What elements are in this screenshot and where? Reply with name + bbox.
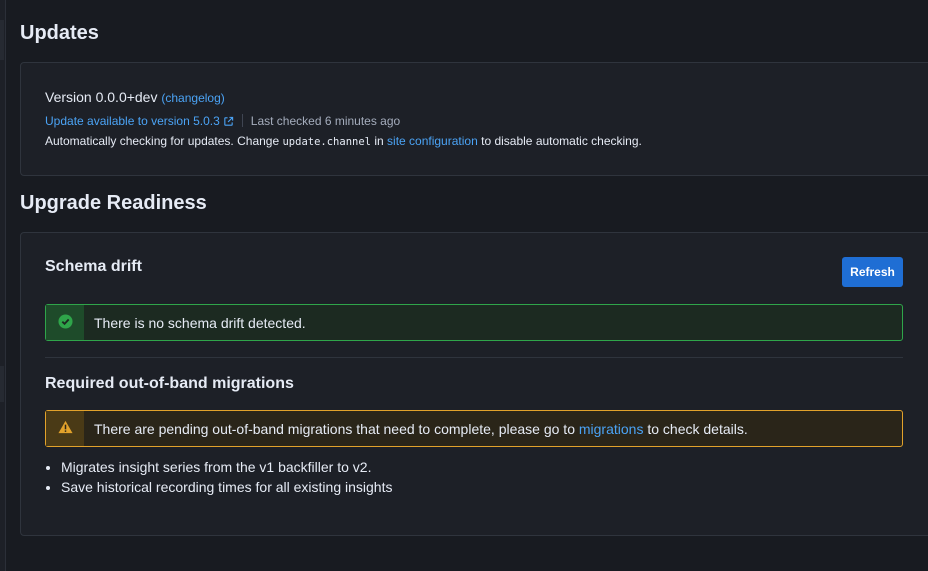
separator bbox=[241, 114, 243, 127]
auto-check-prefix: Automatically checking for updates. Chan… bbox=[45, 134, 280, 148]
changelog-wrapper: (changelog) bbox=[161, 91, 224, 105]
success-icon-box bbox=[46, 305, 84, 340]
schema-drift-title: Schema drift bbox=[45, 258, 142, 275]
warning-triangle-icon bbox=[57, 420, 73, 437]
updates-page: Updates Version 0.0.0+dev (changelog) Up… bbox=[20, 0, 928, 571]
schema-drift-success-alert: There is no schema drift detected. bbox=[45, 304, 903, 341]
upgrade-readiness-title: Upgrade Readiness bbox=[20, 192, 207, 214]
refresh-button[interactable]: Refresh bbox=[842, 257, 903, 287]
update-channel-code: update.channel bbox=[282, 136, 371, 148]
left-sidebar-edge bbox=[0, 0, 6, 571]
auto-check-line: Automatically checking for updates. Chan… bbox=[45, 134, 642, 148]
updates-card: Version 0.0.0+dev (changelog) Update ava… bbox=[20, 62, 928, 176]
external-link-icon bbox=[223, 116, 234, 130]
update-available-label: Update available to version 5.0.3 bbox=[45, 114, 220, 128]
warning-icon-box bbox=[46, 411, 84, 446]
auto-check-suffix: to disable automatic checking. bbox=[481, 134, 642, 148]
oob-warning-alert: There are pending out-of-band migrations… bbox=[45, 410, 903, 447]
last-checked: Last checked 6 minutes ago bbox=[250, 114, 401, 128]
migrations-link[interactable]: migrations bbox=[579, 421, 644, 437]
schema-drift-status: There is no schema drift detected. bbox=[94, 314, 306, 331]
list-item: Save historical recording times for all … bbox=[61, 477, 392, 497]
oob-warning-text: There are pending out-of-band migrations… bbox=[84, 421, 748, 437]
update-available-link[interactable]: Update available to version 5.0.3 bbox=[45, 114, 234, 128]
auto-check-in: in bbox=[374, 134, 384, 148]
version-line: Version 0.0.0+dev (changelog) bbox=[45, 89, 225, 105]
upgrade-readiness-card: Schema drift Refresh There is no schema … bbox=[20, 232, 928, 536]
list-item: Migrates insight series from the v1 back… bbox=[61, 457, 392, 477]
section-divider bbox=[45, 357, 903, 358]
sidebar-edge-segment bbox=[0, 366, 4, 402]
sidebar-edge-segment bbox=[0, 20, 4, 60]
oob-warning-prefix: There are pending out-of-band migrations… bbox=[94, 420, 575, 437]
oob-migrations-title: Required out-of-band migrations bbox=[45, 375, 294, 392]
oob-warning-suffix: to check details. bbox=[647, 420, 748, 437]
updates-title: Updates bbox=[20, 22, 99, 44]
migration-list: Migrates insight series from the v1 back… bbox=[45, 457, 392, 497]
paren-close: ) bbox=[220, 91, 225, 105]
update-status-line: Update available to version 5.0.3 Last ch… bbox=[45, 114, 400, 130]
check-circle-icon bbox=[57, 313, 73, 332]
changelog-link[interactable]: changelog bbox=[165, 91, 220, 105]
version-label: Version 0.0.0+dev bbox=[45, 89, 158, 105]
site-configuration-link[interactable]: site configuration bbox=[387, 134, 478, 148]
